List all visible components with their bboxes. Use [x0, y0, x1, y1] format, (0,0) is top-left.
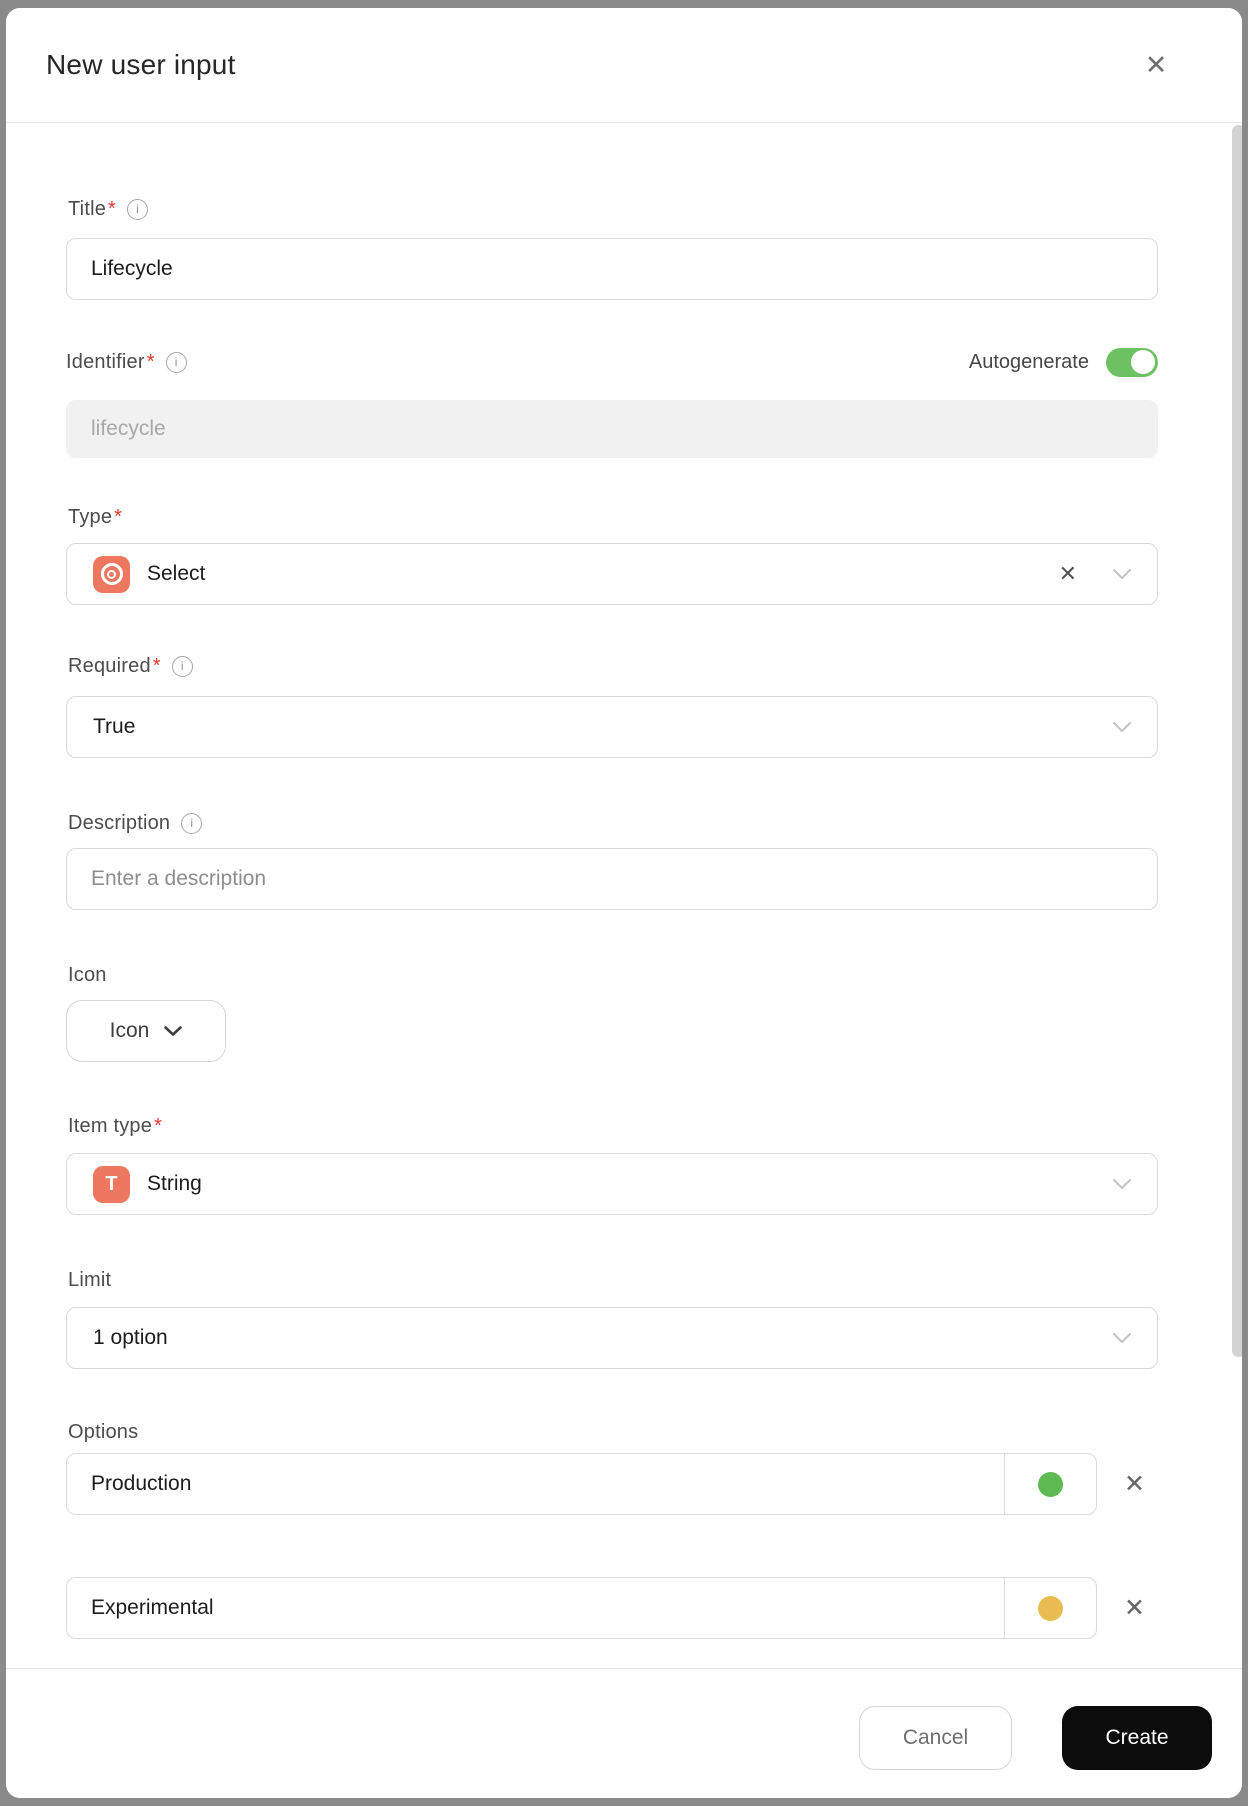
description-input[interactable]	[66, 848, 1158, 910]
limit-label: Limit	[68, 1268, 112, 1291]
item-type-select-value: String	[147, 1172, 202, 1195]
dialog-header: New user input ✕	[6, 8, 1242, 123]
identifier-label-row: Identifier * i Autogenerate	[66, 347, 1158, 377]
option-value-input[interactable]	[67, 1578, 1004, 1638]
close-icon[interactable]: ✕	[1134, 43, 1178, 87]
icon-label: Icon	[68, 963, 107, 986]
info-icon[interactable]: i	[181, 812, 203, 834]
description-label: Description i	[68, 810, 203, 836]
new-user-input-dialog: New user input ✕ Title* i Identifier* i …	[6, 8, 1242, 1798]
select-type-icon	[93, 555, 130, 593]
required-label: Required * i	[68, 653, 193, 679]
autogenerate-label: Autogenerate	[968, 350, 1089, 373]
title-input[interactable]	[66, 238, 1158, 300]
limit-select-value: 1 option	[93, 1326, 168, 1349]
scrollbar-thumb[interactable]	[1232, 125, 1242, 1357]
chevron-down-icon	[1113, 1332, 1131, 1343]
chevron-down-icon	[1113, 1178, 1131, 1189]
type-label: Type *	[68, 505, 123, 528]
cancel-button[interactable]: Cancel	[859, 1706, 1012, 1770]
option-row: ✕	[66, 1453, 1145, 1515]
identifier-label: Identifier * i	[66, 351, 187, 374]
option-color-picker[interactable]	[1004, 1454, 1096, 1514]
autogenerate-toggle[interactable]	[1106, 347, 1158, 377]
clear-icon[interactable]: ✕	[1059, 561, 1077, 587]
option-color-picker[interactable]	[1004, 1578, 1096, 1638]
string-type-icon: T	[93, 1165, 130, 1203]
info-icon[interactable]: i	[165, 351, 187, 373]
type-select-value: Select	[147, 562, 206, 585]
required-select-value: True	[93, 715, 136, 738]
dialog-footer: Cancel Create	[6, 1668, 1242, 1798]
item-type-label: Item type *	[68, 1114, 163, 1137]
page-background: New user input ✕ Title* i Identifier* i …	[0, 0, 1248, 1806]
option-row: ✕	[66, 1577, 1145, 1639]
info-icon[interactable]: i	[171, 655, 193, 677]
toggle-knob	[1131, 350, 1155, 374]
icon-picker-button[interactable]: Icon	[66, 1000, 226, 1062]
item-type-select[interactable]: T String	[66, 1153, 1158, 1215]
option-color-dot	[1038, 1595, 1063, 1621]
icon-picker-label: Icon	[109, 1019, 150, 1042]
options-label: Options	[68, 1420, 139, 1443]
remove-option-icon[interactable]: ✕	[1124, 1595, 1145, 1621]
dialog-title: New user input	[46, 49, 236, 80]
option-value-input[interactable]	[67, 1454, 1004, 1514]
type-select[interactable]: Select ✕	[66, 543, 1158, 605]
limit-select[interactable]: 1 option	[66, 1307, 1158, 1369]
chevron-down-icon	[1113, 568, 1131, 579]
info-icon[interactable]: i	[127, 198, 149, 220]
chevron-down-icon	[1113, 721, 1131, 732]
chevron-down-icon	[164, 1025, 183, 1036]
create-button[interactable]: Create	[1062, 1706, 1212, 1770]
remove-option-icon[interactable]: ✕	[1124, 1471, 1145, 1497]
identifier-input[interactable]	[66, 400, 1158, 458]
required-select[interactable]: True	[66, 696, 1158, 758]
option-color-dot	[1038, 1471, 1063, 1497]
title-label: Title * i	[68, 196, 149, 222]
